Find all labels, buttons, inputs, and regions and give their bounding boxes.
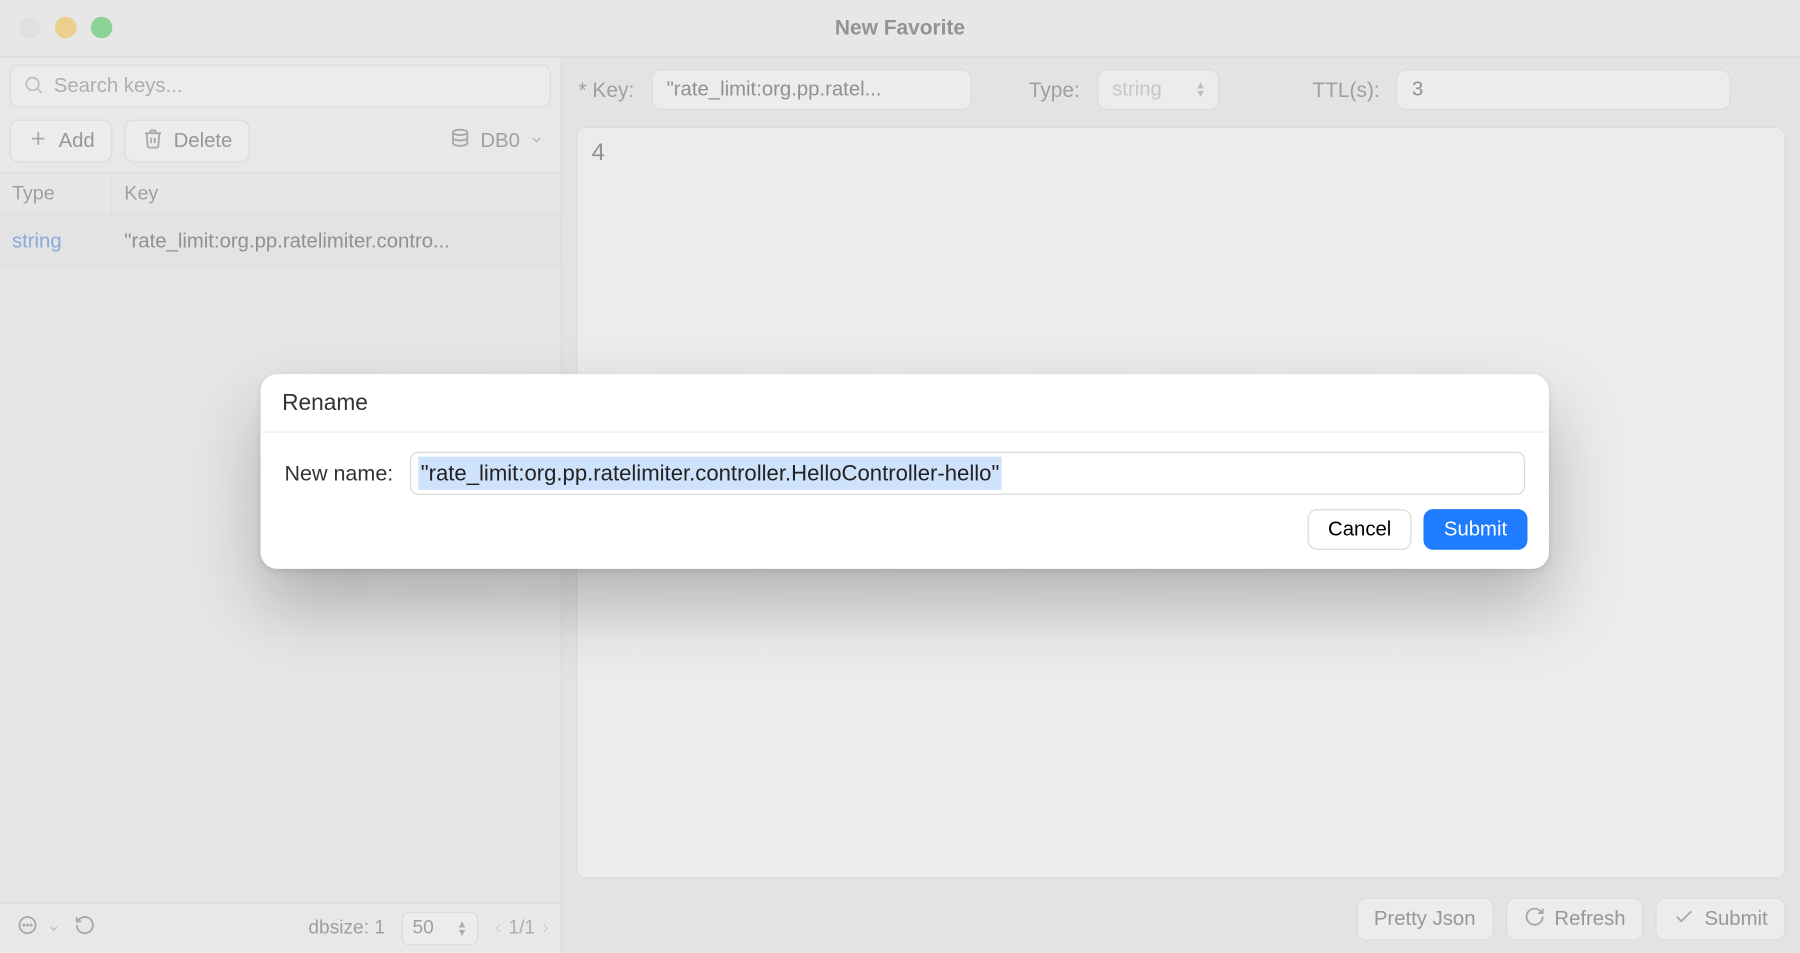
modal-title: Rename [261, 374, 1549, 433]
cancel-button[interactable]: Cancel [1308, 509, 1412, 550]
new-name-input[interactable]: "rate_limit:org.pp.ratelimiter.controlle… [410, 452, 1525, 495]
app-window: New Favorite Add [0, 0, 1800, 953]
modal-submit-label: Submit [1444, 518, 1507, 541]
new-name-label: New name: [284, 461, 393, 486]
rename-modal: Rename New name: "rate_limit:org.pp.rate… [261, 374, 1549, 569]
modal-submit-button[interactable]: Submit [1424, 509, 1528, 550]
new-name-value: "rate_limit:org.pp.ratelimiter.controlle… [418, 457, 1001, 490]
cancel-label: Cancel [1328, 518, 1391, 541]
